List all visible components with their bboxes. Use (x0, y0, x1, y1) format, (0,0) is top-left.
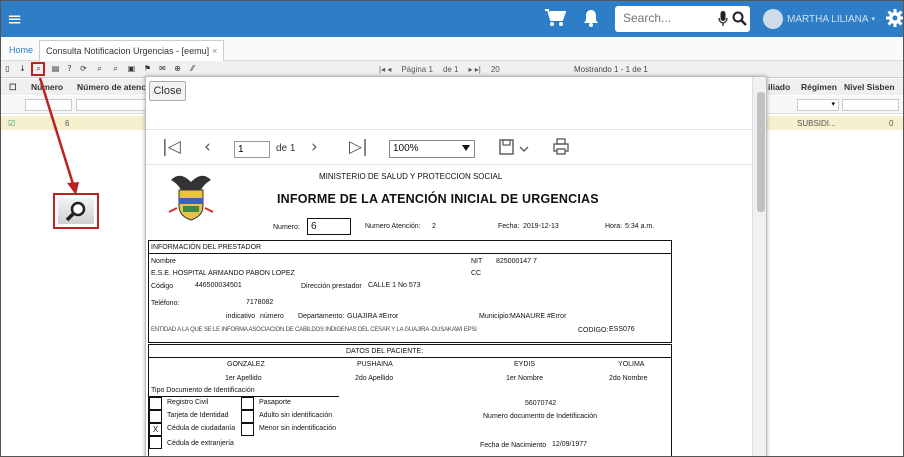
cedula-label: Cédula de ciudadanía (167, 425, 236, 432)
numero-telefono-label: número (260, 313, 284, 320)
departamento-label: Departamento: (298, 313, 345, 320)
ministry-label: MINISTERIO DE SALUD Y PROTECCION SOCIAL (319, 172, 503, 181)
pasaporte-label: Pasaporte (259, 399, 291, 406)
previous-page-icon[interactable]: ‹ (204, 137, 211, 157)
documento-value: 56070742 (525, 400, 557, 407)
codigo-entidad-label: CODIGO: (578, 327, 609, 334)
nombre2-value: YOLIMA (618, 361, 645, 368)
hora-label: Hora: (605, 223, 623, 230)
checkbox-pasaporte (241, 397, 254, 410)
page-number-input[interactable]: 1 (234, 141, 270, 158)
numero-label: Numero: (273, 224, 300, 231)
checkbox-tarjeta (149, 410, 162, 423)
first-page-icon[interactable]: |◁ (162, 137, 181, 157)
documento-label: Numero documento de Indetificación (483, 413, 598, 420)
nombre-value: E.S.E. HOSPITAL ARMANDO PABON LOPEZ (151, 270, 295, 277)
nit-label: NIT (471, 258, 483, 265)
checkbox-registro-civil (149, 397, 162, 410)
tarjeta-label: Tarjeta de Identidad (167, 412, 229, 419)
print-icon[interactable] (553, 138, 569, 156)
nombre1-label: 1er Nombre (506, 375, 543, 382)
next-page-icon[interactable]: › (311, 137, 318, 157)
checkbox-menor (241, 423, 254, 436)
nombre2-label: 2do Nombre (609, 375, 648, 382)
numero-atencion-value: 2 (432, 223, 436, 230)
prestador-header: INFORMACIÓN DEL PRESTADOR (151, 244, 262, 251)
nit-value: 825000147 7 (496, 258, 537, 265)
municipio-value: MANAURE #Error (510, 313, 567, 320)
page-total-label: de 1 (276, 143, 296, 154)
hora-value: 5:34 a.m. (625, 223, 655, 230)
fecha-nacimiento-label: Fecha de Nacimiento (480, 442, 547, 449)
checkbox-cedula-extranjeria (149, 436, 162, 449)
save-icon[interactable] (499, 139, 531, 157)
colombia-crest-icon (168, 175, 214, 221)
indicativo-label: indicativo (226, 313, 256, 320)
direccion-label: Dirección prestador (301, 283, 362, 290)
paciente-header: DATOS DEL PACIENTE: (346, 348, 424, 355)
report-document: MINISTERIO DE SALUD Y PROTECCION SOCIAL … (146, 167, 752, 456)
zoom-select[interactable]: 100% (389, 140, 475, 158)
cedula-extranjeria-label: Cédula de extranjería (167, 440, 234, 447)
zoom-value: 100% (393, 143, 419, 154)
checkbox-adulto (241, 410, 254, 423)
checkbox-cedula: X (149, 423, 162, 436)
fecha-label: Fecha: (498, 223, 520, 230)
chevron-down-icon (462, 145, 470, 151)
menor-label: Menor sin indentificación (259, 425, 337, 432)
numero-atencion-label: Numero Atención: (365, 223, 421, 230)
paciente-section: DATOS DEL PACIENTE: GONZALEZ PUSHAINA EY… (148, 344, 672, 456)
entidad-text: ENTIDAD A LA QUE SE LE INFORMA ASOCIACIO… (151, 327, 477, 333)
nombre1-value: EYDIS (514, 361, 536, 368)
apellido2-label: 2do Apellido (355, 375, 394, 382)
fecha-nacimiento-value: 12/09/1977 (552, 441, 588, 448)
nombre-label: Nombre (151, 258, 176, 265)
magnified-zoom-icon (53, 193, 99, 229)
app-window: ≡ MARTHA LILIANA ▾ (0, 0, 904, 457)
report-viewer-toolbar: |◁ ‹ 1 de 1 › ▷| 100% (146, 129, 752, 165)
apellido1-label: 1er Apellido (225, 375, 262, 382)
codigo-label: Código (151, 283, 174, 290)
apellido2-value: PUSHAINA (357, 361, 393, 368)
adulto-label: Adulto sin identificación (259, 412, 333, 419)
codigo-entidad-value: ESS076 (609, 326, 635, 333)
modal-scrollbar[interactable] (752, 77, 766, 456)
cc-label: CC (471, 270, 482, 277)
telefono-value: 7178082 (246, 299, 274, 306)
codigo-value: 446500034501 (195, 282, 242, 289)
departamento-value: GUAJIRA #Error (347, 313, 399, 320)
prestador-section: INFORMACIÓN DEL PRESTADOR Nombre NIT 825… (148, 240, 672, 343)
page-title: INFORME DE LA ATENCIÓN INICIAL DE URGENC… (277, 192, 599, 206)
zoom-icon (65, 201, 86, 222)
last-page-icon[interactable]: ▷| (349, 137, 368, 157)
municipio-label: Municipio: (479, 313, 511, 320)
fecha-value: 2019-12-13 (523, 223, 559, 230)
numero-value: 6 (307, 218, 351, 235)
apellido1-value: GONZALEZ (227, 361, 265, 368)
telefono-label: Teléfono: (151, 300, 180, 307)
close-button[interactable]: Close (149, 81, 186, 101)
tipo-documento-label: Tipo Documento de Identificación (151, 387, 255, 394)
report-modal: Close |◁ ‹ 1 de 1 › ▷| 100% MINISTERIO D… (145, 76, 767, 456)
scrollbar-thumb[interactable] (757, 92, 765, 212)
registro-civil-label: Registro Civil (167, 399, 209, 406)
direccion-value: CALLE 1 No 573 (368, 282, 421, 289)
